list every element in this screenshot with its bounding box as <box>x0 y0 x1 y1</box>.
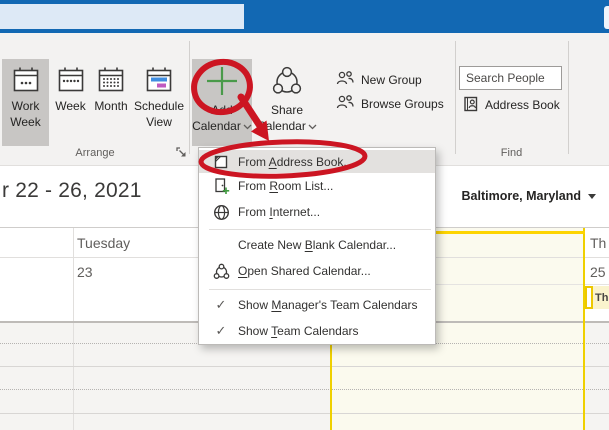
add-calendar-label-2: Calendar <box>192 119 241 133</box>
hour-grid-line <box>0 413 609 414</box>
menu-item-show-team-calendars[interactable]: ✓ Show Team Calendars <box>199 318 435 344</box>
chevron-down-icon <box>243 118 252 134</box>
address-book-button[interactable]: Address Book <box>463 94 560 116</box>
menu-item-open-shared-calendar[interactable]: Open Shared Calendar... <box>199 258 435 284</box>
dialog-launcher-icon[interactable] <box>175 146 188 159</box>
work-week-label-2: Week <box>10 114 40 130</box>
add-calendar-label-1: Add <box>211 102 232 118</box>
group-divider <box>189 41 190 154</box>
event-status-strip <box>585 286 593 309</box>
menu-item-from-address-book[interactable]: From Address Book... <box>199 150 435 173</box>
schedule-view-button[interactable]: Schedule View <box>131 59 187 146</box>
menu-item-show-managers-team-calendars[interactable]: ✓ Show Manager's Team Calendars <box>199 292 435 318</box>
dropdown-arrow-icon <box>588 194 596 199</box>
hour-grid-line <box>0 366 609 367</box>
checkmark-icon: ✓ <box>208 323 234 339</box>
share-calendar-icon <box>270 65 304 102</box>
menu-item-create-new-blank-calendar[interactable]: Create New Blank Calendar... <box>199 232 435 258</box>
work-week-label-1: Work <box>12 98 40 114</box>
shared-calendar-icon <box>208 263 234 280</box>
menu-item-from-internet[interactable]: From Internet... <box>199 199 435 225</box>
group-divider <box>568 41 569 154</box>
add-calendar-plus-icon <box>204 65 240 102</box>
title-bar-button-fragment <box>604 6 609 29</box>
all-day-event[interactable]: Th <box>593 286 609 309</box>
add-calendar-button[interactable]: Add Calendar <box>192 59 252 146</box>
day-header-thursday[interactable]: Th <box>590 235 606 251</box>
schedule-view-label-2: View <box>146 114 172 130</box>
address-book-icon <box>463 96 478 115</box>
globe-icon <box>208 204 234 221</box>
new-group-label: New Group <box>361 73 422 87</box>
outlook-calendar-window: Work Week Week Month Schedule View <box>0 0 609 430</box>
arrange-group-label: Arrange <box>0 147 190 159</box>
week-button[interactable]: Week <box>51 59 90 146</box>
people-group-icon <box>336 94 354 114</box>
people-group-icon <box>336 70 354 90</box>
month-icon <box>96 65 126 98</box>
menu-separator <box>209 289 431 290</box>
menu-separator <box>209 229 431 230</box>
find-group-label: Find <box>455 147 568 159</box>
week-label: Week <box>55 98 85 114</box>
room-add-icon <box>208 177 234 195</box>
new-group-button[interactable]: New Group <box>336 69 422 91</box>
title-bar <box>0 0 609 33</box>
weather-location-dropdown[interactable]: Baltimore, Maryland <box>462 189 596 203</box>
date-range-heading: r 22 - 26, 2021 <box>2 179 142 203</box>
add-calendar-dropdown-menu: From Address Book... From Room List... F… <box>198 147 436 345</box>
share-calendar-button[interactable]: Share Calendar <box>254 59 320 146</box>
today-border-right <box>583 228 585 430</box>
chevron-down-icon <box>308 118 317 134</box>
address-book-add-icon <box>208 154 234 170</box>
month-label: Month <box>94 98 127 114</box>
date-number-thursday: 25 <box>590 264 606 280</box>
schedule-view-icon <box>144 65 174 98</box>
schedule-view-label-1: Schedule <box>134 98 184 114</box>
checkmark-icon: ✓ <box>208 297 234 313</box>
browse-groups-button[interactable]: Browse Groups <box>336 93 444 115</box>
search-people-input[interactable] <box>459 66 562 90</box>
month-button[interactable]: Month <box>91 59 131 146</box>
share-calendar-label-1: Share <box>271 102 303 118</box>
work-week-button[interactable]: Work Week <box>2 59 49 146</box>
week-icon <box>56 65 86 98</box>
work-week-icon <box>11 65 41 98</box>
day-header-tuesday[interactable]: Tuesday <box>77 235 130 251</box>
date-number-tuesday: 23 <box>77 264 93 280</box>
half-hour-grid-line <box>0 389 609 390</box>
share-calendar-label-2: Calendar <box>257 119 306 133</box>
address-book-label: Address Book <box>485 98 560 112</box>
group-divider <box>455 41 456 154</box>
column-divider <box>73 228 74 430</box>
browse-groups-label: Browse Groups <box>361 97 444 111</box>
title-bar-search-area <box>0 4 244 29</box>
menu-item-from-room-list[interactable]: From Room List... <box>199 173 435 199</box>
weather-location-label: Baltimore, Maryland <box>462 189 581 203</box>
